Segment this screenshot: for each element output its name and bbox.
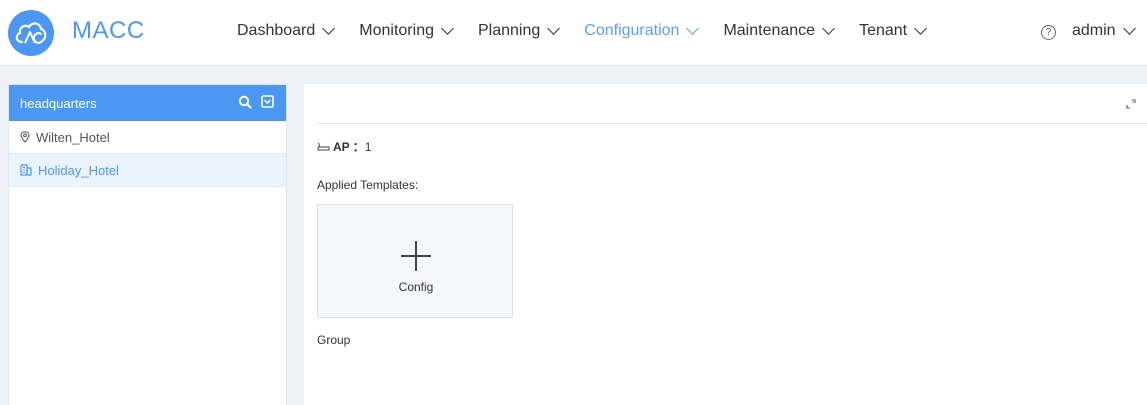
chevron-down-icon — [322, 22, 336, 35]
tree-root-title: headquarters — [20, 95, 97, 111]
chevron-down-icon — [686, 22, 700, 35]
chevron-down-icon — [914, 22, 927, 35]
tree-item-holiday-hotel[interactable]: Holiday_Hotel — [9, 154, 286, 187]
search-icon[interactable] — [238, 95, 252, 112]
nav-maintenance[interactable]: Maintenance — [723, 22, 835, 40]
tree-item-label: Holiday_Hotel — [38, 162, 119, 178]
location-pin-icon — [20, 131, 30, 143]
macc-logo-icon[interactable] — [8, 10, 54, 56]
tree-tools — [238, 95, 274, 112]
user-name: admin — [1072, 22, 1116, 39]
tree-item-label: Wilten_Hotel — [36, 129, 110, 145]
group-label: Group — [317, 333, 351, 347]
brand-name[interactable]: MACC — [72, 17, 145, 45]
fullscreen-icon[interactable] — [1125, 97, 1137, 115]
nav-label: Dashboard — [237, 22, 316, 39]
user-menu[interactable]: admin — [1072, 22, 1136, 40]
tree-item-wilten-hotel[interactable]: Wilten_Hotel — [9, 121, 286, 154]
applied-templates-label: Applied Templates: — [317, 178, 419, 192]
help-icon[interactable]: ? — [1041, 25, 1056, 40]
chevron-down-icon — [1122, 22, 1136, 35]
chevron-down-icon — [822, 22, 835, 35]
nav-dashboard[interactable]: Dashboard — [237, 22, 336, 40]
ap-label: AP — [333, 139, 350, 154]
top-header: MACC Dashboard Monitoring Planning Confi… — [0, 0, 1147, 66]
site-tree-panel: headquarters Wilten_Hotel Holiday_Hotel — [8, 84, 287, 405]
ap-value: 1 — [364, 139, 372, 154]
nav-label: Tenant — [859, 22, 908, 39]
nav-monitoring[interactable]: Monitoring — [359, 22, 454, 40]
config-card-label: Config — [398, 280, 434, 294]
nav-label: Planning — [477, 22, 541, 39]
main-content-panel: AP： 1 Applied Templates: Config Group — [304, 84, 1147, 405]
nav-configuration[interactable]: Configuration — [584, 22, 700, 40]
building-icon — [20, 164, 32, 176]
nav-label: Maintenance — [723, 22, 816, 39]
add-config-template-button[interactable]: Config — [317, 204, 513, 318]
main-toolbar — [317, 84, 1147, 124]
nav-label: Monitoring — [359, 22, 434, 39]
ap-device-icon — [317, 140, 330, 154]
main-nav: Dashboard Monitoring Planning Configurat… — [237, 22, 951, 40]
nav-label: Configuration — [584, 22, 680, 39]
nav-tenant[interactable]: Tenant — [859, 22, 927, 40]
chevron-down-icon — [547, 22, 561, 35]
nav-planning[interactable]: Planning — [477, 22, 561, 40]
ap-separator: ： — [352, 140, 365, 154]
chevron-down-icon — [441, 22, 454, 35]
ap-count: AP： 1 — [317, 138, 371, 155]
plus-icon-vertical — [415, 241, 417, 271]
select-box-icon[interactable] — [261, 95, 274, 112]
tree-root-header[interactable]: headquarters — [9, 85, 286, 121]
